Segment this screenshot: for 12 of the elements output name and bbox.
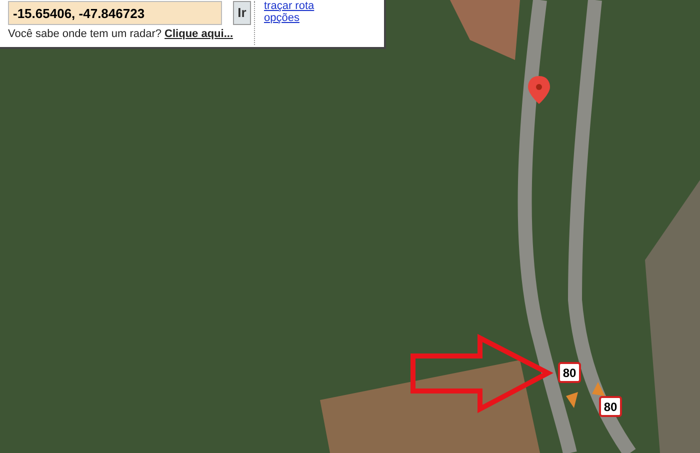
speed-limit-sign[interactable]: 80 [599,396,622,417]
panel-link[interactable]: opções [264,12,314,24]
bare-ground-patch [450,0,520,60]
coordinates-field[interactable]: -15.65406, -47.846723 [8,1,222,25]
radar-question: Você sabe onde tem um radar? [8,28,162,40]
report-radar-link[interactable]: Clique aqui... [164,28,233,40]
direction-arrow-icon [592,382,605,396]
speed-limit-sign[interactable]: 80 [558,362,581,383]
panel-link[interactable]: traçar rota [264,0,314,12]
direction-arrow-icon [566,392,578,408]
go-button[interactable]: Ir [233,1,251,25]
map-pin-icon [528,76,550,104]
